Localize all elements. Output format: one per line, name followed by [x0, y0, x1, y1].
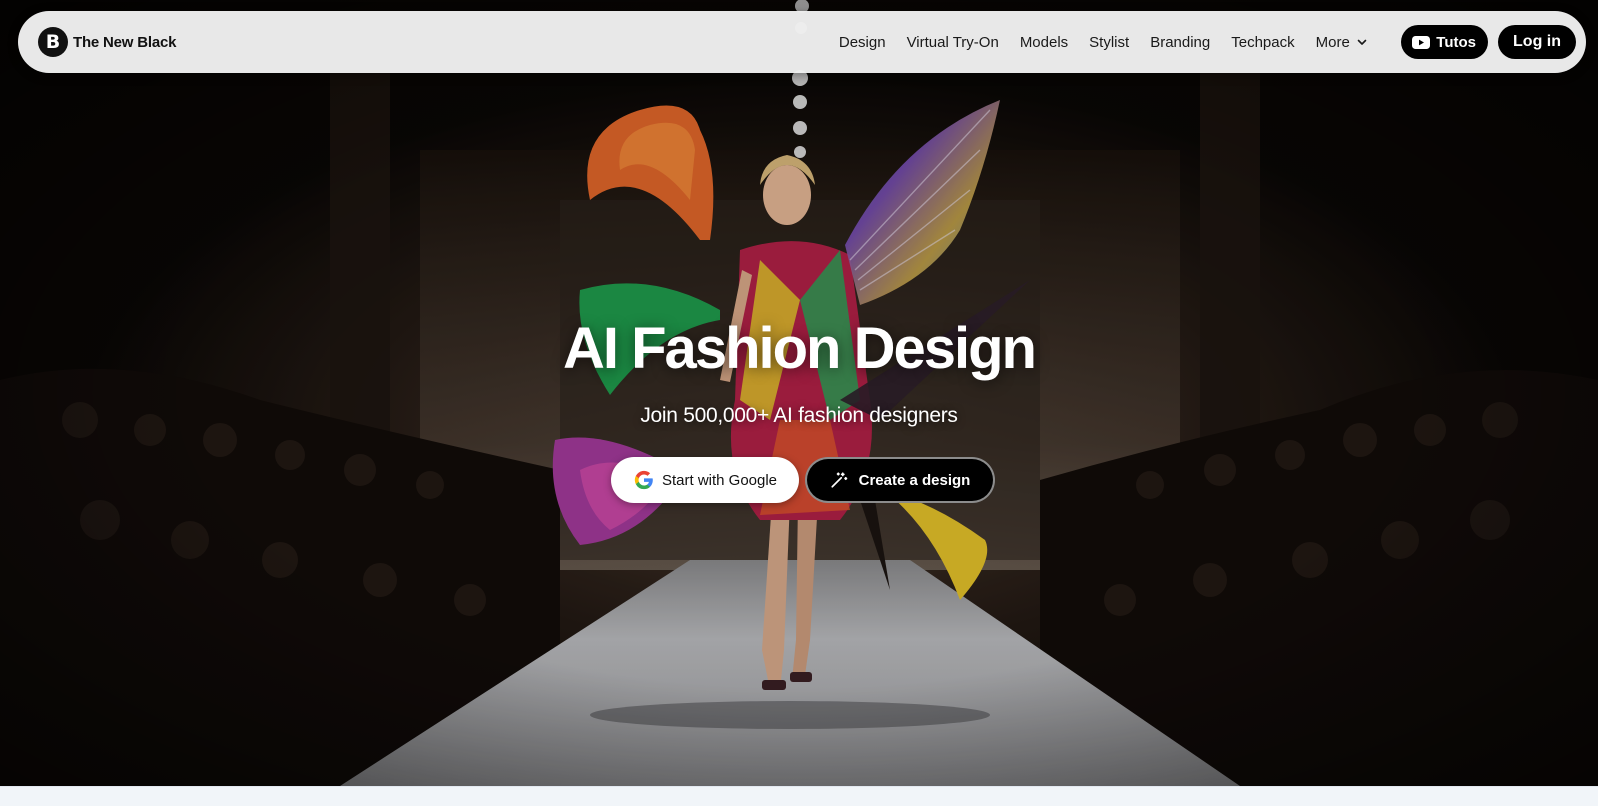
- nav-link-stylist[interactable]: Stylist: [1089, 34, 1129, 51]
- tutos-label: Tutos: [1436, 33, 1477, 51]
- hero-section: AI Fashion Design Join 500,000+ AI fashi…: [0, 0, 1598, 786]
- tutos-button[interactable]: Tutos: [1401, 25, 1489, 59]
- hero-title: AI Fashion Design: [563, 316, 1037, 381]
- hero-cta-row: Start with Google Create a design: [611, 457, 995, 503]
- nav-link-branding[interactable]: Branding: [1150, 34, 1210, 51]
- nav-link-design[interactable]: Design: [839, 34, 886, 51]
- chevron-down-icon: [1357, 39, 1367, 45]
- hero-background-image: [0, 0, 1598, 786]
- brand-name: The New Black: [73, 33, 177, 51]
- google-button-label: Start with Google: [661, 471, 778, 489]
- login-button[interactable]: Log in: [1498, 25, 1576, 59]
- magic-wand-icon: [830, 471, 848, 489]
- google-icon: [633, 469, 655, 491]
- hero-subtitle: Join 500,000+ AI fashion designers: [640, 404, 958, 427]
- nav-links: Design Virtual Try-On Models Stylist Bra…: [828, 25, 1586, 59]
- next-section-edge: [0, 786, 1598, 806]
- nav-link-virtual-try-on[interactable]: Virtual Try-On: [907, 34, 999, 51]
- brand-home-link[interactable]: B The New Black: [38, 27, 176, 57]
- nav-link-models[interactable]: Models: [1020, 34, 1068, 51]
- youtube-icon: [1412, 35, 1431, 49]
- brand-logo: B: [38, 27, 68, 57]
- top-navbar: B The New Black Design Virtual Try-On Mo…: [18, 11, 1586, 73]
- nav-link-techpack[interactable]: Techpack: [1231, 34, 1294, 51]
- start-with-google-button[interactable]: Start with Google: [611, 457, 799, 503]
- create-button-label: Create a design: [858, 471, 971, 489]
- nav-more-label: More: [1315, 33, 1350, 51]
- create-design-button[interactable]: Create a design: [805, 457, 995, 503]
- nav-more-dropdown[interactable]: More: [1316, 34, 1368, 51]
